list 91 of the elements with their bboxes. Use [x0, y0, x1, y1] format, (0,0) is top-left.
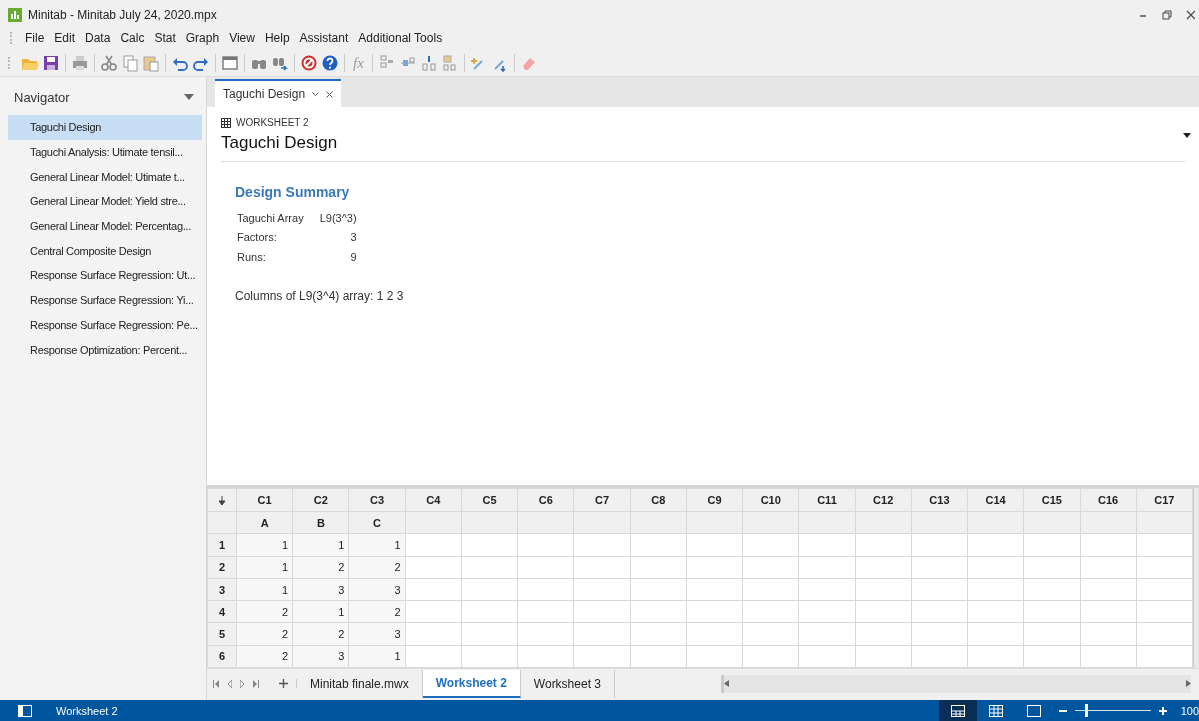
close-icon[interactable] [326, 90, 334, 98]
navigator-item[interactable]: Taguchi Analysis: Utimate tensil... [8, 139, 202, 165]
right-arrow-icon[interactable] [1186, 680, 1191, 687]
dropdown-icon[interactable] [184, 94, 194, 100]
navigator-item[interactable]: Central Composite Design [8, 238, 202, 264]
first-page-icon[interactable] [213, 679, 219, 688]
view-button[interactable] [938, 700, 977, 721]
summary-value: L9(3^3) [318, 210, 358, 226]
stop-icon[interactable] [300, 54, 318, 72]
row-header[interactable]: 2 [207, 556, 237, 579]
row-header[interactable]: 4 [207, 600, 237, 623]
navigator-item[interactable]: General Linear Model: Percentag... [8, 213, 202, 239]
column-header[interactable]: C12 [855, 488, 912, 512]
column-header[interactable]: C8 [630, 488, 687, 512]
left-arrow-icon[interactable] [724, 680, 729, 687]
summary-value: 9 [349, 249, 358, 265]
help-icon[interactable] [321, 54, 339, 72]
navigator-item[interactable]: Response Optimization: Percent... [8, 337, 202, 362]
section-title: Design Summary [235, 184, 351, 200]
chevron-icon[interactable] [312, 91, 320, 97]
column-header[interactable]: C7 [573, 488, 631, 512]
panel-title: Navigator [14, 89, 70, 105]
navigator-item[interactable]: Response Surface Regression: Pe... [8, 312, 202, 338]
column-header[interactable]: C3 [348, 488, 406, 512]
column-header[interactable]: C4 [405, 488, 462, 512]
navigator-item[interactable]: Taguchi Design [8, 115, 202, 140]
window-title: Minitab - Minitab July 24, 2020.mpx [28, 8, 217, 22]
grid-view-icon [988, 704, 1003, 717]
menu-item[interactable]: Assistant [294, 29, 354, 47]
column-header[interactable]: C10 [742, 488, 799, 512]
next-icon[interactable] [240, 679, 245, 688]
column-header[interactable]: C9 [686, 488, 743, 512]
last-page-icon[interactable] [253, 679, 259, 688]
menu-item[interactable]: Graph [180, 29, 225, 47]
summary-value: 3 [349, 230, 358, 246]
column-header[interactable]: C11 [798, 488, 856, 512]
zoom-in-icon[interactable] [1158, 706, 1167, 715]
menu-item[interactable]: Help [259, 29, 295, 47]
menu-item[interactable]: Edit [49, 29, 81, 47]
row-header[interactable]: 5 [207, 622, 237, 646]
column-header[interactable]: C14 [967, 488, 1024, 512]
menu-item[interactable]: Calc [115, 29, 150, 47]
navigator-item[interactable]: General Linear Model: Yield stre... [8, 189, 202, 214]
row-header[interactable]: 6 [207, 645, 237, 668]
worksheet-label: WORKSHEET 2 [236, 117, 309, 128]
document-tab[interactable]: Taguchi Design [215, 79, 342, 107]
save-icon[interactable] [42, 54, 60, 72]
sheet-tab[interactable]: Worksheet 3 [520, 669, 615, 698]
worksheet-view-icon [950, 704, 965, 717]
column-header[interactable]: C16 [1080, 488, 1137, 512]
app-logo-icon [8, 8, 22, 22]
row-header[interactable]: 3 [207, 578, 237, 601]
down-arrow-icon[interactable] [218, 495, 226, 506]
summary-label: Taguchi Array [236, 210, 305, 226]
restore-icon[interactable] [1162, 10, 1172, 20]
menu-item[interactable]: Data [80, 29, 116, 47]
column-header[interactable]: C13 [911, 488, 968, 512]
add-icon[interactable] [279, 679, 288, 688]
menu-item[interactable]: Additional Tools [353, 29, 448, 47]
column-header[interactable]: C2 [292, 488, 349, 512]
print-icon[interactable] [71, 54, 89, 72]
column-header[interactable]: C15 [1023, 488, 1080, 512]
column-header[interactable]: C1 [236, 488, 293, 512]
blank-view-icon [1026, 704, 1041, 717]
cut-icon[interactable] [100, 54, 118, 72]
menu-item[interactable]: File [20, 29, 50, 47]
horizontal-scrollbar[interactable] [721, 674, 1191, 693]
window-icon[interactable] [221, 54, 239, 72]
navigator-item[interactable]: Response Surface Regression: Yi... [8, 287, 202, 313]
previous-icon[interactable] [227, 679, 232, 688]
summary-label: Factors: [236, 230, 278, 246]
sheet-tab[interactable]: Minitab finale.mwx [297, 669, 423, 698]
sheet-tab[interactable]: Worksheet 2 [422, 669, 521, 698]
menu-item[interactable]: Stat [149, 29, 181, 47]
navigator-item[interactable]: Response Surface Regression: Ut... [8, 263, 202, 288]
zoom-level: 100 [1180, 704, 1199, 717]
navigator-item[interactable]: General Linear Model: Utimate t... [8, 164, 202, 190]
output-title: Taguchi Design [221, 133, 1185, 162]
summary-label: Runs: [236, 249, 267, 265]
menu-dropdown-icon[interactable] [1183, 133, 1191, 138]
column-header[interactable]: C17 [1136, 488, 1193, 512]
output-note: Columns of L9(3^4) array: 1 2 3 [235, 288, 405, 303]
column-header[interactable]: C6 [517, 488, 574, 512]
row-header[interactable]: 1 [207, 533, 237, 557]
table-icon [221, 117, 231, 128]
column-header[interactable]: C5 [461, 488, 518, 512]
vertical-scrollbar[interactable] [1193, 488, 1199, 668]
panel-toggle-icon[interactable] [18, 704, 32, 717]
menu-item[interactable]: View [224, 29, 260, 47]
status-text: Worksheet 2 [56, 704, 118, 717]
close-icon[interactable] [1186, 10, 1195, 20]
